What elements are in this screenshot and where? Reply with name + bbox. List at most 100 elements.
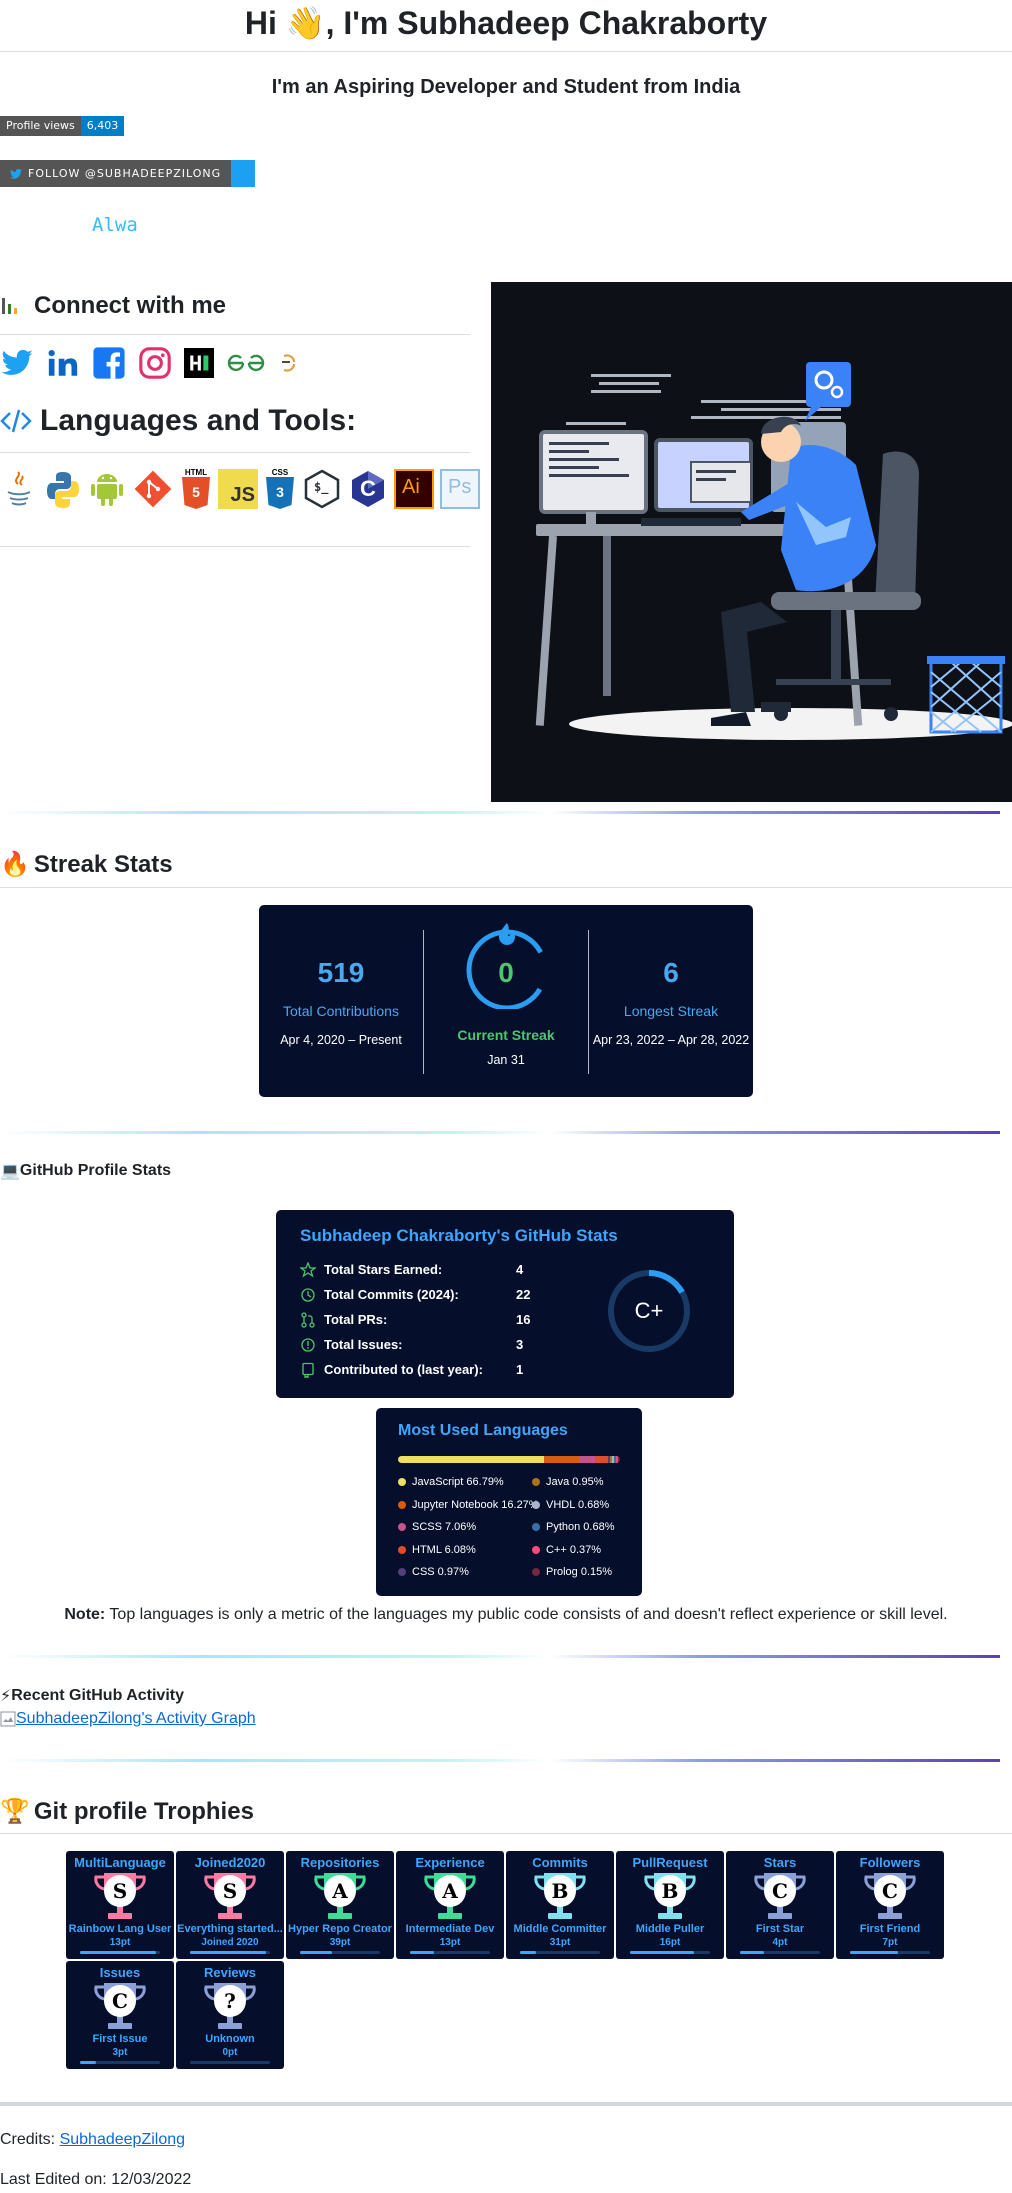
bash-icon[interactable]: $_ xyxy=(302,469,342,509)
trophy-progress xyxy=(80,2061,160,2064)
trophy-rank: ? xyxy=(214,1985,246,2017)
c-icon[interactable]: C xyxy=(348,469,388,509)
trophy-emoji: 🏆 xyxy=(0,1798,30,1825)
developer-illustration xyxy=(491,282,1012,802)
language-item: Jupyter Notebook 16.27% xyxy=(398,1499,539,1511)
language-item: SCSS 7.06% xyxy=(398,1521,476,1533)
language-bar-segment xyxy=(618,1456,620,1463)
stat-row-contributed: Contributed to (last year): 1 xyxy=(300,1360,600,1380)
java-icon[interactable] xyxy=(0,468,38,510)
top-languages-card: Most Used Languages JavaScript 66.79% Jav… xyxy=(376,1408,642,1596)
last-edited: Last Edited on: 12/03/2022 xyxy=(0,2171,192,2188)
github-stats-heading: 💻 GitHub Profile Stats xyxy=(0,1162,172,1180)
broken-image-icon xyxy=(0,1711,16,1727)
language-item: Python 0.68% xyxy=(532,1521,615,1533)
longest-streak: 6 Longest Streak Apr 23, 2022 – Apr 28, … xyxy=(592,957,750,1047)
lightning-emoji: ⚡ xyxy=(0,1688,12,1705)
credits: Credits: SubhadeepZilong xyxy=(0,2131,186,2148)
language-color-dot xyxy=(532,1478,540,1486)
credits-link[interactable]: SubhadeepZilong xyxy=(60,2131,185,2148)
geeksforgeeks-icon[interactable] xyxy=(226,348,266,378)
language-item: Prolog 0.15% xyxy=(532,1566,612,1578)
trophy-repositories: Repositories A Hyper Repo Creator 39pt xyxy=(286,1851,394,1959)
language-item: HTML 6.08% xyxy=(398,1544,476,1556)
trophy-reviews: Reviews? Unknown 0pt xyxy=(176,1961,284,2069)
language-color-dot xyxy=(398,1523,406,1531)
html5-icon[interactable]: 5 HTML xyxy=(180,468,212,509)
trophy-followers: Followers C First Friend 7pt xyxy=(836,1851,944,1959)
trophy-issues: Issues C First Issue 3pt xyxy=(66,1961,174,2069)
trophy-multilanguage: MultiLanguage S Rainbow Lang User 13pt xyxy=(66,1851,174,1959)
hackerrank-icon[interactable] xyxy=(184,348,214,378)
divider xyxy=(0,51,1012,52)
wave-emoji: 👋 xyxy=(285,5,326,41)
rainbow-divider xyxy=(0,1131,1000,1134)
python-icon[interactable] xyxy=(44,468,82,510)
page-title: Hi 👋, I'm Subhadeep Chakraborty xyxy=(244,5,768,41)
trophy-progress xyxy=(630,1951,710,1954)
language-item: VHDL 0.68% xyxy=(532,1499,609,1511)
language-color-dot xyxy=(532,1523,540,1531)
language-item: C++ 0.37% xyxy=(532,1544,601,1556)
star-icon xyxy=(300,1262,316,1278)
connect-heading: Connect with me xyxy=(0,292,226,320)
facebook-icon[interactable] xyxy=(92,346,126,380)
twitter-icon[interactable] xyxy=(0,346,34,380)
trophy-progress xyxy=(80,1951,160,1954)
typing-text: Alwa xyxy=(92,214,138,236)
trophy-rank: A xyxy=(324,1875,356,1907)
android-icon[interactable] xyxy=(88,468,126,510)
linkedin-icon[interactable] xyxy=(46,346,80,380)
history-icon xyxy=(301,1288,315,1302)
note-text: Note: Top languages is only a metric of … xyxy=(64,1606,948,1623)
language-color-dot xyxy=(398,1545,406,1554)
trophy-progress xyxy=(190,2061,270,2064)
streak-stats-card: 519 Total Contributions Apr 4, 2020 – Pr… xyxy=(259,905,753,1097)
stat-row-issues: Total Issues: 3 xyxy=(300,1335,600,1355)
grade-ring: C+ xyxy=(606,1268,692,1354)
subtitle: I'm an Aspiring Developer and Student fr… xyxy=(271,76,741,98)
trophy-joined2020: Joined2020 S Everything started... Joined 2… xyxy=(176,1851,284,1959)
instagram-icon[interactable] xyxy=(138,346,172,380)
twitter-icon xyxy=(10,168,22,179)
trophy-rank: A xyxy=(434,1875,466,1907)
stat-row-prs: Total PRs: 16 xyxy=(300,1310,600,1330)
css3-icon[interactable]: 3 CSS xyxy=(264,468,296,509)
trophy-pullrequest: PullRequest B Middle Puller 16pt xyxy=(616,1851,724,1959)
trophy-progress xyxy=(740,1951,820,1954)
trophy-rank: C xyxy=(104,1985,136,2017)
codechef-icon[interactable] xyxy=(278,348,302,378)
rainbow-divider xyxy=(0,1759,1000,1762)
languages-bar xyxy=(398,1456,620,1463)
rainbow-divider xyxy=(0,811,1000,814)
photoshop-icon[interactable]: Ps xyxy=(440,469,480,509)
stat-row-commits: Total Commits (2024): 22 xyxy=(300,1285,600,1305)
language-color-dot xyxy=(532,1545,540,1554)
total-contributions: 519 Total Contributions Apr 4, 2020 – Pr… xyxy=(280,957,402,1047)
language-item: JavaScript 66.79% xyxy=(398,1476,504,1488)
languages-heading: Languages and Tools: xyxy=(0,404,356,438)
trophy-progress xyxy=(520,1951,600,1954)
language-color-dot xyxy=(398,1478,406,1486)
trophy-experience: Experience A Intermediate Dev 13pt xyxy=(396,1851,504,1959)
illustrator-icon[interactable]: Ai xyxy=(394,469,434,509)
bar-chart-icon xyxy=(2,298,17,314)
twitter-follow-badge[interactable]: FOLLOW @SUBHADEEPZILONG xyxy=(0,160,256,187)
activity-graph-link[interactable]: SubhadeepZilong's Activity Graph xyxy=(0,1710,256,1728)
issue-icon xyxy=(301,1338,315,1352)
github-stats-card: Subhadeep Chakraborty's GitHub Stats Tot… xyxy=(276,1210,734,1398)
profile-views-badge[interactable]: Profile views 6,403 xyxy=(0,116,125,136)
git-icon[interactable] xyxy=(132,468,174,510)
language-item: CSS 0.97% xyxy=(398,1566,469,1578)
language-color-dot xyxy=(398,1500,406,1509)
trophy-stars: Stars C First Star 4pt xyxy=(726,1851,834,1959)
trophy-rank: C xyxy=(764,1875,796,1907)
language-bar-segment xyxy=(594,1456,608,1463)
current-streak: 0 Current Streak Jan 31 xyxy=(457,957,555,1067)
streak-heading: 🔥 Streak Stats xyxy=(0,850,173,879)
trophy-commits: Commits B Middle Committer 31pt xyxy=(506,1851,614,1959)
tools-row: 5 HTML JS 3 CSS $_ C Ai Ps xyxy=(0,468,480,510)
trophy-progress xyxy=(190,1951,270,1954)
repo-icon xyxy=(302,1362,314,1378)
javascript-icon[interactable]: JS xyxy=(218,469,258,509)
